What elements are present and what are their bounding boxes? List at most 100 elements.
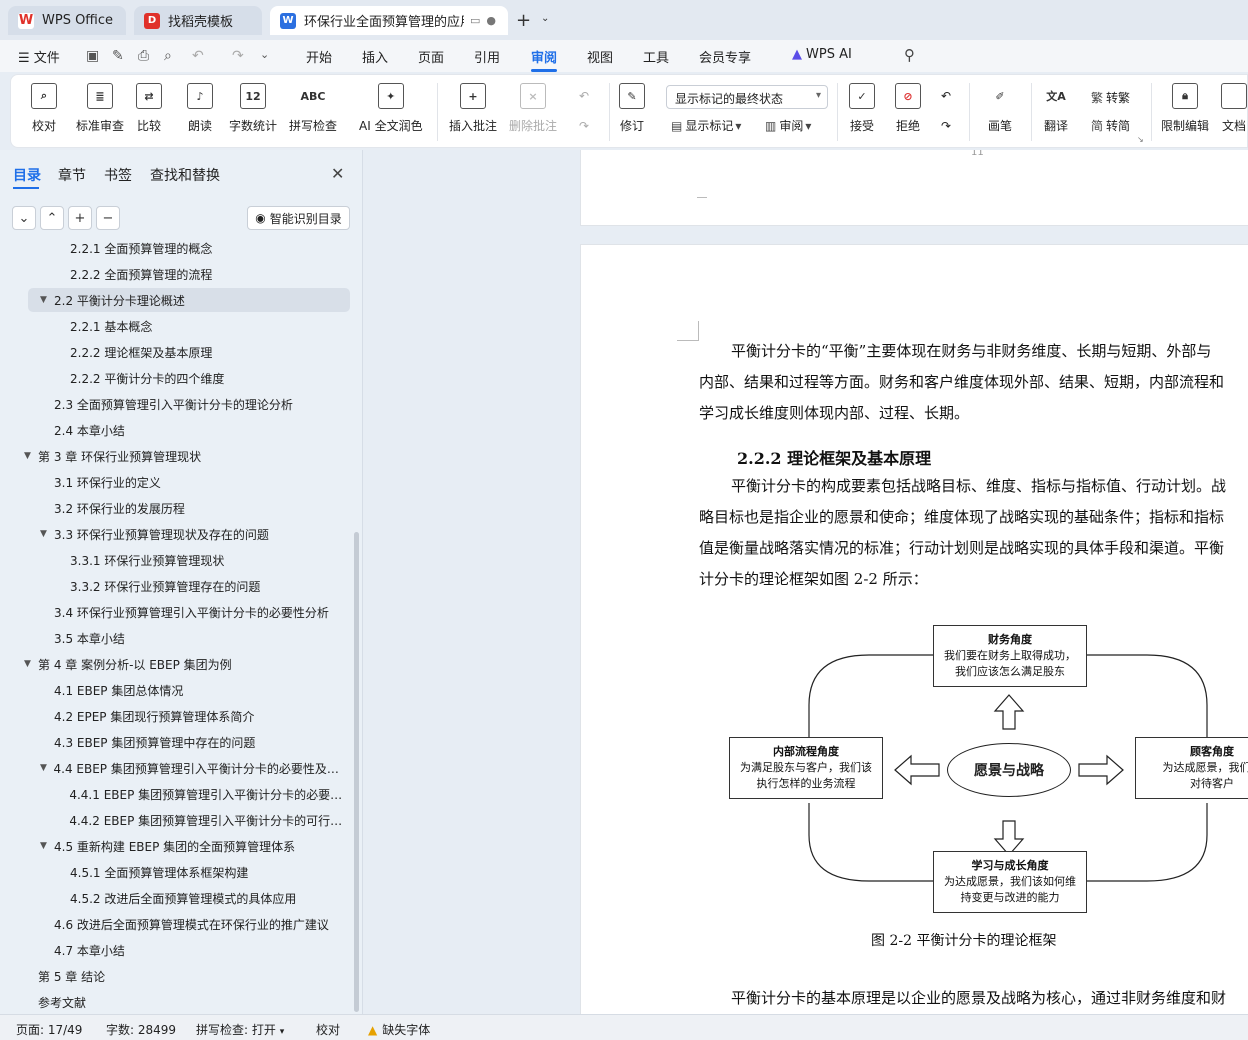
previous-change-icon[interactable]: ↶ <box>941 89 951 103</box>
expand-triangle-icon[interactable]: ▼ <box>40 841 52 851</box>
file-menu-button[interactable]: ☰ 文件 <box>18 47 60 66</box>
toc-item[interactable]: 2.2.2 全面预算管理的流程 <box>56 262 350 286</box>
nav-tab-sections[interactable]: 章节 <box>58 165 86 185</box>
toc-item[interactable]: 4.1 EBEP 集团总体情况 <box>40 678 350 702</box>
pen-button[interactable]: ✐ 画笔 <box>987 83 1013 134</box>
proofread-status[interactable]: 校对 <box>316 1021 340 1038</box>
tab-daoke-templates[interactable]: D 找稻壳模板 <box>134 6 262 35</box>
toc-item[interactable]: 3.3.2 环保行业预算管理存在的问题 <box>56 574 350 598</box>
toc-item[interactable]: 3.4 环保行业预算管理引入平衡计分卡的必要性分析 <box>40 600 350 624</box>
screen-icon[interactable]: ▭ <box>470 14 480 27</box>
spell-check-button[interactable]: ABC 拼写检查 <box>289 83 337 134</box>
toc-item[interactable]: ▼ 4.4 EBEP 集团预算管理引入平衡计分卡的必要性及可行性 <box>40 756 350 780</box>
undo-icon[interactable]: ↶ <box>192 48 204 64</box>
insert-comment-button[interactable]: + 插入批注 <box>449 83 497 134</box>
next-comment-icon[interactable]: ↷ <box>579 119 589 133</box>
toc-item[interactable]: 2.4 本章小结 <box>40 418 350 442</box>
more-chevron-icon[interactable]: ⌄ <box>260 48 269 61</box>
expand-triangle-icon[interactable]: ▼ <box>40 295 52 305</box>
expand-up-button[interactable]: ⌃ <box>40 206 64 230</box>
format-painter-icon[interactable]: ✎ <box>112 48 124 64</box>
nav-tab-toc[interactable]: 目录 <box>13 165 41 185</box>
next-change-icon[interactable]: ↷ <box>941 119 951 133</box>
toc-item[interactable]: ▼ 第 3 章 环保行业预算管理现状 <box>24 444 350 468</box>
translate-button[interactable]: 文A 翻译 <box>1043 83 1069 134</box>
ai-proofread-button[interactable]: ✦ AI 全文润色 <box>359 83 423 134</box>
smart-toc-button[interactable]: ◉ 智能识别目录 <box>247 206 350 230</box>
standard-review-button[interactable]: ≣ 标准审查 <box>76 83 124 134</box>
search-icon[interactable]: ⚲ <box>904 46 915 64</box>
word-count-status[interactable]: 字数: 28499 <box>106 1021 176 1038</box>
toc-item[interactable]: 3.5 本章小结 <box>40 626 350 650</box>
toc-item[interactable]: 4.3 EBEP 集团预算管理中存在的问题 <box>40 730 350 754</box>
unsaved-dot-icon[interactable]: ● <box>486 14 496 27</box>
proofread-button[interactable]: ⌕ 校对 <box>31 83 57 134</box>
spell-check-status[interactable]: 拼写检查: 打开 ▾ <box>196 1021 284 1038</box>
toc-scrollbar[interactable] <box>354 532 359 1012</box>
print-icon[interactable]: ⎙ <box>138 48 149 64</box>
toc-item[interactable]: ▼ 2.2 平衡计分卡理论概述 <box>28 288 350 312</box>
toc-item[interactable]: 2.2.1 全面预算管理的概念 <box>56 238 350 260</box>
toc-item[interactable]: ▼ 4.5 重新构建 EBEP 集团的全面预算管理体系 <box>40 834 350 858</box>
toc-item[interactable]: 3.1 环保行业的定义 <box>40 470 350 494</box>
nav-tab-find-replace[interactable]: 查找和替换 <box>150 165 220 185</box>
read-aloud-button[interactable]: ♪ 朗读 <box>187 83 213 134</box>
toc-item[interactable]: 4.4.1 EBEP 集团预算管理引入平衡计分卡的必要性分析 <box>56 782 350 806</box>
menu-tab-view[interactable]: 视图 <box>587 47 613 66</box>
menu-tab-home[interactable]: 开始 <box>306 47 332 66</box>
toc-item[interactable]: 4.4.2 EBEP 集团预算管理引入平衡计分卡的可行性分析 <box>56 808 350 832</box>
expand-corner-icon[interactable]: ↘ <box>1137 135 1144 144</box>
collapse-all-button[interactable]: ⌄ <box>12 206 36 230</box>
document-permission-button[interactable]: 文档 <box>1221 83 1247 134</box>
nav-tab-bookmarks[interactable]: 书签 <box>104 165 132 185</box>
expand-triangle-icon[interactable]: ▼ <box>24 451 36 461</box>
page-indicator[interactable]: 页面: 17/49 <box>16 1021 82 1038</box>
redo-icon[interactable]: ↷ <box>232 48 244 64</box>
tab-document[interactable]: W 环保行业全面预算管理的应用研究 ▭ ● <box>270 6 508 35</box>
to-simplified-button[interactable]: 简 转简 <box>1091 117 1130 134</box>
toc-item[interactable]: 4.7 本章小结 <box>40 938 350 962</box>
expand-triangle-icon[interactable]: ▼ <box>24 659 36 669</box>
expand-triangle-icon[interactable]: ▼ <box>40 763 52 773</box>
new-tab-plus-icon[interactable]: + <box>516 10 531 31</box>
word-count-button[interactable]: 12 字数统计 <box>229 83 277 134</box>
toc-item[interactable]: 4.5.2 改进后全面预算管理模式的具体应用 <box>56 886 350 910</box>
markup-mode-select[interactable]: 显示标记的最终状态 ▾ <box>666 85 828 109</box>
show-markup-button[interactable]: ▤ 显示标记 ▾ <box>671 117 744 134</box>
to-traditional-button[interactable]: 繁 转繁 <box>1091 89 1130 106</box>
tab-wps-office[interactable]: W WPS Office <box>8 6 126 35</box>
menu-tab-review[interactable]: 审阅 <box>531 47 557 66</box>
remove-heading-button[interactable]: − <box>96 206 120 230</box>
toc-item[interactable]: 3.2 环保行业的发展历程 <box>40 496 350 520</box>
menu-tab-references[interactable]: 引用 <box>474 47 500 66</box>
toc-item[interactable]: ▼ 第 4 章 案例分析-以 EBEP 集团为例 <box>24 652 350 676</box>
toc-item[interactable]: 3.3.1 环保行业预算管理现状 <box>56 548 350 572</box>
compare-button[interactable]: ⇄ 比较 <box>136 83 162 134</box>
menu-tab-member[interactable]: 会员专享 <box>699 47 751 66</box>
tab-list-chevron-icon[interactable]: ⌄ <box>541 13 549 24</box>
toc-item[interactable]: 参考文献 <box>24 990 350 1014</box>
review-pane-button[interactable]: ▥ 审阅 ▾ <box>765 117 814 134</box>
reject-button[interactable]: ⊘ 拒绝 <box>895 83 921 134</box>
toc-item[interactable]: 2.2.1 基本概念 <box>56 314 350 338</box>
previous-comment-icon[interactable]: ↶ <box>579 89 589 103</box>
accept-button[interactable]: ✓ 接受 <box>849 83 875 134</box>
toc-item[interactable]: 第 5 章 结论 <box>24 964 350 988</box>
restrict-edit-button[interactable]: 🔒︎ 限制编辑 <box>1161 83 1209 134</box>
toc-item[interactable]: 2.2.2 理论框架及基本原理 <box>56 340 350 364</box>
toc-item[interactable]: 4.6 改进后全面预算管理模式在环保行业的推广建议 <box>40 912 350 936</box>
missing-font-status[interactable]: ▲ 缺失字体 <box>368 1021 430 1038</box>
menu-tab-page[interactable]: 页面 <box>418 47 444 66</box>
expand-triangle-icon[interactable]: ▼ <box>40 529 52 539</box>
close-icon[interactable]: ✕ <box>331 164 344 183</box>
add-heading-button[interactable]: + <box>68 206 92 230</box>
track-changes-button[interactable]: ✎ 修订 <box>619 83 645 134</box>
wps-ai-button[interactable]: ▲ WPS AI <box>792 47 852 62</box>
toc-item[interactable]: 2.2.2 平衡计分卡的四个维度 <box>56 366 350 390</box>
delete-comment-button[interactable]: × 删除批注 <box>509 83 557 134</box>
print-preview-icon[interactable]: ⌕ <box>164 48 172 64</box>
menu-tab-tools[interactable]: 工具 <box>643 47 669 66</box>
menu-tab-insert[interactable]: 插入 <box>362 47 388 66</box>
save-icon[interactable]: ▣ <box>86 48 99 64</box>
toc-item[interactable]: ▼ 3.3 环保行业预算管理现状及存在的问题 <box>40 522 350 546</box>
